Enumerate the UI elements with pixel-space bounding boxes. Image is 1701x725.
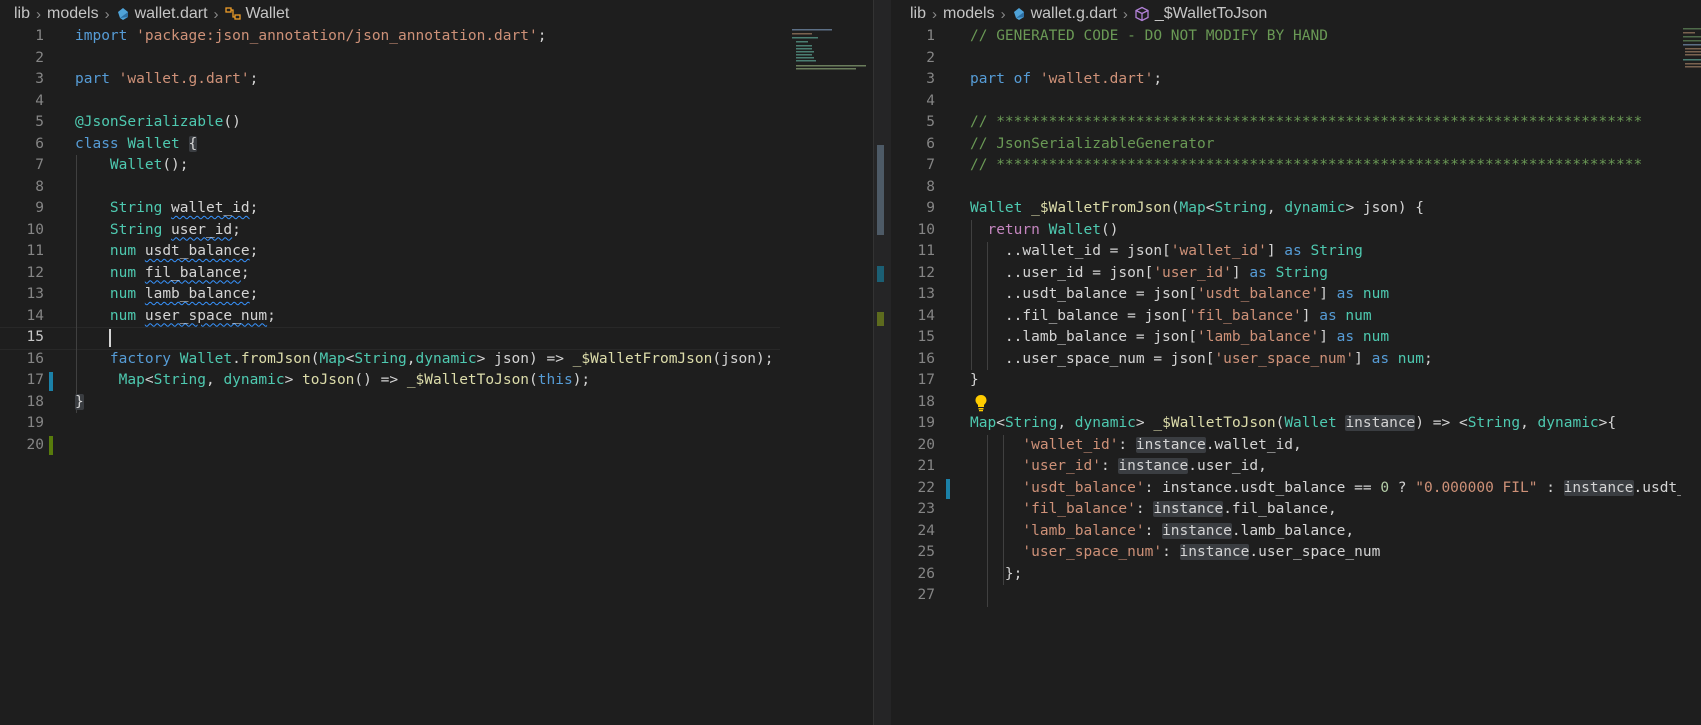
code-line: 2 [35, 49, 44, 66]
code-line: 15 ..lamb_balance = json['lamb_balance']… [917, 329, 1390, 345]
code-line: 13 ..usdt_balance = json['usdt_balance']… [917, 286, 1390, 302]
code-line: 16 factory Wallet.fromJson(Map<String,dy… [26, 350, 774, 367]
chevron-right-icon: › [213, 5, 219, 23]
code-line: 2 [926, 49, 935, 66]
code-line: 24 'lamb_balance': instance.lamb_balance… [917, 522, 1355, 539]
breadcrumb-file[interactable]: wallet.g.dart [1031, 5, 1117, 23]
code-line: 20 [26, 436, 44, 453]
code-line: 9 Wallet _$WalletFromJson(Map<String, dyn… [926, 200, 1425, 216]
breadcrumb-file[interactable]: wallet.dart [135, 5, 208, 23]
method-cube-icon [1134, 6, 1150, 22]
code-line: 11 num usdt_balance; [26, 243, 259, 259]
code-line: 6// JsonSerializableGenerator [926, 135, 1215, 152]
code-line: 3 part of 'wallet.dart'; [926, 71, 1163, 87]
scrollbar-marker [877, 312, 884, 326]
code-line: 26 }; [917, 565, 1023, 582]
code-line: 9 String wallet_id; [35, 200, 259, 216]
code-line: 8 [35, 178, 44, 195]
code-line: 1 import 'package:json_annotation/json_an… [35, 28, 547, 44]
code-line: 4 [926, 92, 935, 109]
code-line: 11 ..wallet_id = json['wallet_id'] as St… [917, 243, 1363, 259]
breadcrumb-symbol[interactable]: Wallet [246, 5, 290, 23]
chevron-right-icon: › [1000, 5, 1006, 23]
breadcrumb-folder-models[interactable]: models [943, 5, 995, 23]
code-line: 23 'fil_balance': instance.fil_balance, [917, 501, 1337, 517]
code-line: 19 Map<String, dynamic> _$WalletToJson(Wa… [917, 415, 1617, 431]
minimap[interactable] [782, 26, 873, 725]
code-line: 3 part 'wallet.g.dart'; [35, 71, 259, 87]
code-line: 21 'user_id': instance.user_id, [917, 458, 1267, 474]
chevron-right-icon: › [1122, 5, 1128, 23]
code-line: 14 ..fil_balance = json['fil_balance'] a… [917, 307, 1372, 324]
breadcrumb: lib › models › wallet.dart › Wallet [14, 3, 289, 25]
code-line: 1// GENERATED CODE - DO NOT MODIFY BY HA… [926, 28, 1328, 44]
code-line: 12 ..user_id = json['user_id'] as String [917, 264, 1328, 281]
chevron-right-icon: › [104, 5, 110, 23]
breadcrumb-folder-lib[interactable]: lib [14, 5, 30, 23]
code-line: 17} [917, 372, 979, 388]
code-line: 8 [926, 178, 935, 195]
class-symbol-icon [224, 7, 241, 21]
code-editor[interactable]: 1 import 'package:json_annotation/json_an… [0, 26, 873, 456]
left-editor-pane[interactable]: lib › models › wallet.dart › Wallet 1 imp… [0, 0, 873, 725]
code-line: 16 ..user_space_num = json['user_space_n… [917, 350, 1433, 367]
minimap[interactable] [1681, 26, 1701, 725]
chevron-right-icon: › [932, 5, 938, 23]
code-line: 17 Map<String, dynamic> toJson() => _$Wa… [26, 372, 591, 388]
code-line: 19 [26, 415, 44, 431]
code-line: 10 return Wallet() [917, 221, 1119, 238]
code-line: 5 @JsonSerializable() [35, 114, 241, 130]
breadcrumb-folder-lib[interactable]: lib [910, 5, 926, 23]
code-line: 14 num user_space_num; [26, 307, 276, 324]
scrollbar-marker [877, 266, 884, 282]
dart-file-icon [116, 7, 130, 21]
right-editor-pane[interactable]: lib › models › wallet.g.dart › _$WalletT… [891, 0, 1701, 725]
code-line: 12 num fil_balance; [26, 264, 250, 281]
code-line: 18} [26, 393, 84, 410]
code-line: 10 String user_id; [26, 221, 241, 238]
code-line: 13 num lamb_balance; [26, 286, 259, 302]
breadcrumb: lib › models › wallet.g.dart › _$WalletT… [910, 3, 1267, 25]
code-line: 7// ************************************… [926, 157, 1643, 173]
code-line: 5// ************************************… [926, 114, 1643, 130]
split-divider[interactable] [873, 0, 892, 725]
code-line: 6 class Wallet { [35, 135, 198, 152]
code-line: 22 'usdt_balance': instance.usdt_balance… [917, 479, 1686, 496]
code-line: 4 [35, 92, 44, 109]
code-line: 20 'wallet_id': instance.wallet_id, [917, 436, 1302, 453]
code-line: 25 'user_space_num': instance.user_space… [917, 544, 1381, 560]
code-line: 15 [26, 329, 44, 345]
code-line: 7 Wallet(); [35, 157, 189, 173]
scrollbar-thumb[interactable] [877, 145, 884, 235]
code-editor[interactable]: 1// GENERATED CODE - DO NOT MODIFY BY HA… [891, 26, 1701, 607]
code-line: 18 [917, 393, 935, 410]
breadcrumb-symbol[interactable]: _$WalletToJson [1155, 5, 1267, 23]
code-line: 27 [917, 587, 935, 603]
chevron-right-icon: › [36, 5, 42, 23]
breadcrumb-folder-models[interactable]: models [47, 5, 99, 23]
dart-file-icon [1012, 7, 1026, 21]
